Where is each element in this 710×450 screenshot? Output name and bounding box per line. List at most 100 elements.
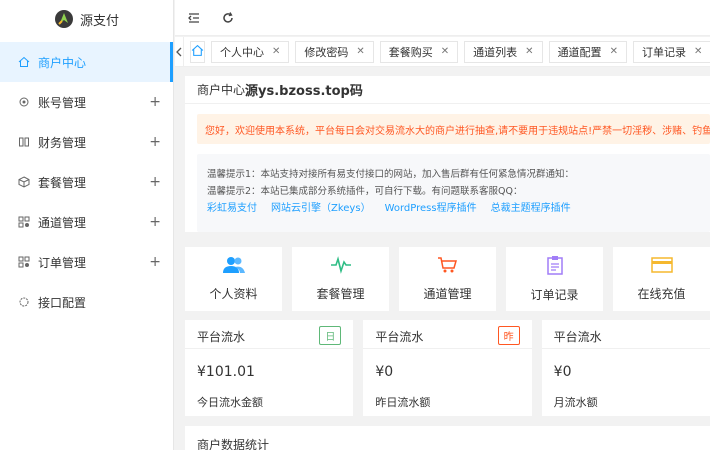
stat-subtitle: 今日流水金额 <box>197 396 263 409</box>
sidebar-item-finance[interactable]: 财务管理 + <box>0 122 173 162</box>
plugin-links: 彩虹易支付 网站云引擎（Zkeys） WordPress程序插件 总裁主题程序插… <box>207 200 700 217</box>
logo-text: 源支付 <box>79 13 119 29</box>
expand-icon[interactable]: + <box>149 94 161 110</box>
tab-change-password[interactable]: 修改密码 ✕ <box>295 40 374 63</box>
merchant-stats-card: 商户数据统计 <box>185 426 710 450</box>
quick-orders[interactable]: 订单记录 <box>506 247 603 311</box>
tab-bar: 个人中心 ✕ 修改密码 ✕ 套餐购买 ✕ 通道列表 ✕ 通道配置 ✕ 订单记录 ✕ <box>175 36 710 67</box>
link-zkeys[interactable]: 网站云引擎（Zkeys） <box>271 200 371 217</box>
sidebar: 源支付 商户中心 账号管理 + 财务管理 + 套餐管理 + 通道管理 + 订单管… <box>0 0 174 450</box>
clipboard-icon <box>546 255 564 278</box>
close-icon[interactable]: ✕ <box>272 46 280 57</box>
tab-label: 修改密码 <box>304 45 349 59</box>
sidebar-menu: 商户中心 账号管理 + 财务管理 + 套餐管理 + 通道管理 + 订单管理 + … <box>0 42 173 322</box>
link-theme-plugin[interactable]: 总裁主题程序插件 <box>491 200 571 217</box>
stat-subtitle: 月流水额 <box>553 396 598 409</box>
sidebar-item-package[interactable]: 套餐管理 + <box>0 162 173 202</box>
tips-box: 温馨提示1：本站支持对接所有易支付接口的网站，加入售后群有任何紧急情况群通知： … <box>197 154 710 232</box>
status-badge: 日 <box>319 326 342 345</box>
main-content: 商户中心 源ys.bzoss.top码 您好，欢迎使用本系统，平台每日会对交易流水… <box>185 76 710 242</box>
expand-icon[interactable]: + <box>149 174 161 190</box>
status-badge: 昨 <box>497 326 520 345</box>
tab-label: 套餐购买 <box>388 45 433 59</box>
close-icon[interactable]: ✕ <box>694 46 702 57</box>
sidebar-item-label: 通道管理 <box>38 215 87 230</box>
section-title: 商户数据统计 <box>197 438 270 450</box>
sidebar-item-label: 商户中心 <box>38 55 87 70</box>
tab-channel-config[interactable]: 通道配置 ✕ <box>548 40 627 63</box>
home-icon <box>191 44 204 60</box>
quick-label: 套餐管理 <box>316 287 365 301</box>
tab-label: 通道列表 <box>473 45 518 59</box>
stat-value: ¥0 <box>553 364 572 380</box>
quick-label: 通道管理 <box>423 287 472 301</box>
stat-value: ¥0 <box>375 364 394 380</box>
quick-label: 订单记录 <box>530 288 579 302</box>
expand-icon[interactable]: + <box>149 214 161 230</box>
sidebar-item-order[interactable]: 订单管理 + <box>0 242 173 282</box>
stat-title: 平台流水 <box>375 330 424 344</box>
divider <box>363 348 532 349</box>
sidebar-item-label: 账号管理 <box>38 95 87 110</box>
page-title-site: 源ys.bzoss.top码 <box>245 84 363 99</box>
quick-profile[interactable]: 个人资料 <box>185 247 282 311</box>
sidebar-item-label: 财务管理 <box>38 135 87 150</box>
card-icon <box>650 256 673 277</box>
tip-1: 温馨提示1：本站支持对接所有易支付接口的网站，加入售后群有任何紧急情况群通知： <box>207 169 575 180</box>
close-icon[interactable]: ✕ <box>525 46 533 57</box>
divider <box>185 348 354 349</box>
tab-label: 通道配置 <box>557 45 602 59</box>
package-icon <box>18 176 30 188</box>
stat-subtitle: 昨日流水额 <box>375 396 431 409</box>
link-wordpress[interactable]: WordPress程序插件 <box>385 200 477 217</box>
page-title: 商户中心 源ys.bzoss.top码 <box>185 76 710 104</box>
users-icon <box>222 256 245 277</box>
quick-recharge[interactable]: 在线充值 <box>613 247 710 311</box>
gear-icon <box>18 96 30 108</box>
tab-order-records[interactable]: 订单记录 ✕ <box>632 40 710 63</box>
refresh-icon[interactable] <box>221 11 235 25</box>
quick-label: 个人资料 <box>209 287 258 301</box>
stats-row: 平台流水 日 ¥101.01 今日流水金额 平台流水 昨 ¥0 昨日流水额 平台… <box>185 320 710 416</box>
quick-channel[interactable]: 通道管理 <box>399 247 496 311</box>
stat-title: 平台流水 <box>553 330 602 344</box>
tip-2: 温馨提示2：本站已集成部分系统插件，可自行下载。有问题联系客服QQ： <box>207 186 523 197</box>
topbar <box>175 0 710 36</box>
tab-profile[interactable]: 个人中心 ✕ <box>211 40 290 63</box>
tab-buy-package[interactable]: 套餐购买 ✕ <box>379 40 459 63</box>
close-icon[interactable]: ✕ <box>356 46 364 57</box>
stat-value: ¥101.01 <box>197 364 255 380</box>
close-icon[interactable]: ✕ <box>441 46 449 57</box>
stat-card-yesterday: 平台流水 昨 ¥0 昨日流水额 <box>363 320 532 416</box>
page-title-prefix: 商户中心 <box>197 83 246 97</box>
menu-collapse-icon[interactable] <box>187 11 201 25</box>
tab-channel-list[interactable]: 通道列表 ✕ <box>464 40 543 63</box>
cart-icon <box>437 256 459 277</box>
pulse-icon <box>330 256 352 277</box>
quick-package[interactable]: 套餐管理 <box>292 247 389 311</box>
sidebar-item-channel[interactable]: 通道管理 + <box>0 202 173 242</box>
quick-label: 在线充值 <box>637 287 686 301</box>
expand-icon[interactable]: + <box>149 254 161 270</box>
stat-card-month: 平台流水 ¥0 月流水额 <box>541 320 710 416</box>
expand-icon[interactable]: + <box>149 134 161 150</box>
channel-icon <box>18 216 30 228</box>
tab-label: 个人中心 <box>220 45 264 59</box>
sidebar-item-api[interactable]: 接口配置 <box>0 282 173 322</box>
home-icon <box>18 56 30 68</box>
tabs-prev-button[interactable] <box>175 36 184 67</box>
sidebar-item-label: 订单管理 <box>38 255 87 270</box>
close-icon[interactable]: ✕ <box>610 46 618 57</box>
quick-links: 个人资料 套餐管理 通道管理 订单记录 在线充值 <box>185 247 710 311</box>
finance-icon <box>18 136 30 148</box>
tab-home[interactable] <box>190 40 205 63</box>
sidebar-item-label: 套餐管理 <box>38 175 87 190</box>
link-rainbow-pay[interactable]: 彩虹易支付 <box>207 200 257 217</box>
stat-title: 平台流水 <box>197 330 246 344</box>
logo[interactable]: 源支付 <box>0 0 173 38</box>
rocket-icon <box>54 9 74 29</box>
sidebar-item-merchant-center[interactable]: 商户中心 <box>0 42 173 82</box>
sidebar-item-account[interactable]: 账号管理 + <box>0 82 173 122</box>
welcome-card: 商户中心 源ys.bzoss.top码 您好，欢迎使用本系统，平台每日会对交易流水… <box>185 76 710 232</box>
tab-label: 订单记录 <box>641 45 686 59</box>
